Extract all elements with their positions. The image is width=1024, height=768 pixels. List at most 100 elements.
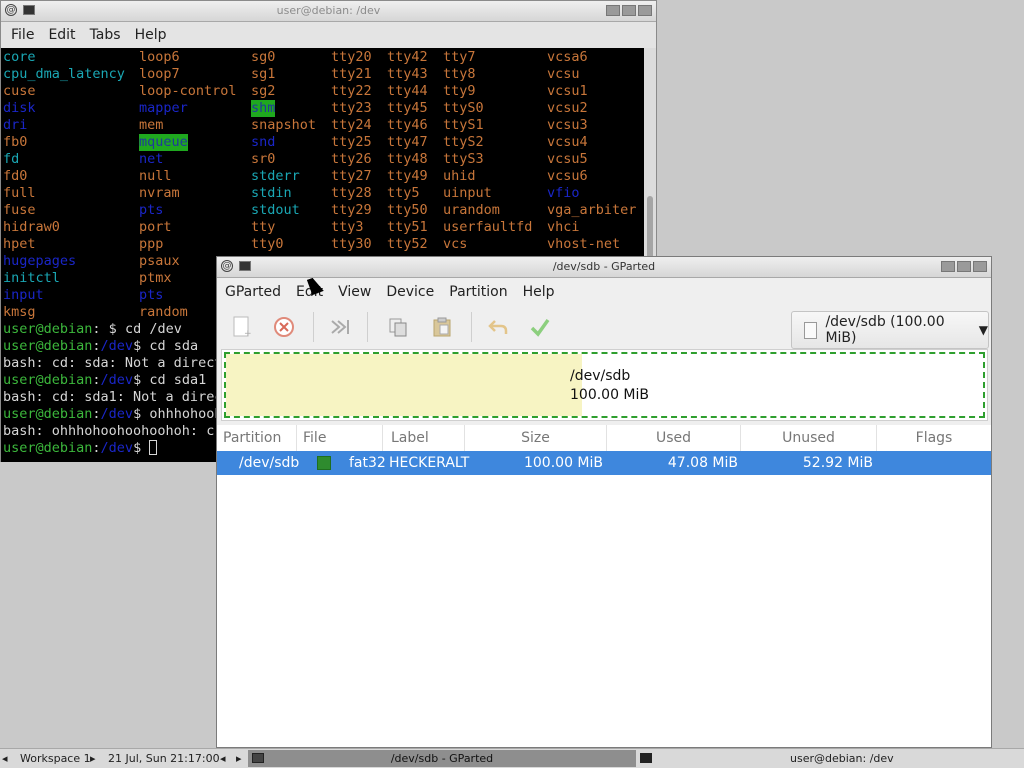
col-size[interactable]: Size <box>465 425 607 451</box>
ls-entry: snapshot <box>251 117 317 133</box>
minimize-icon[interactable] <box>941 261 955 272</box>
terminal-line: hidraw0 port tty tty3 tty51 userfaultfd vhci <box>1 219 644 236</box>
ls-entry: vcsu4 <box>547 134 588 150</box>
copy-icon[interactable] <box>387 316 409 338</box>
menu-edit[interactable]: Edit <box>42 27 83 43</box>
ls-entry: ptmx <box>139 270 172 286</box>
gparted-titlebar[interactable]: @ /dev/sdb - GParted <box>217 257 991 278</box>
menu-tabs[interactable]: Tabs <box>84 27 129 43</box>
ls-entry: cuse <box>3 83 36 99</box>
menu-device[interactable]: Device <box>380 284 443 300</box>
ls-entry: mqueue <box>139 134 188 151</box>
delete-partition-icon[interactable] <box>273 316 295 338</box>
menu-view[interactable]: View <box>332 284 380 300</box>
cell-size: 100.00 MiB <box>523 455 603 471</box>
col-partition[interactable]: Partition <box>217 425 297 451</box>
apply-icon[interactable] <box>529 316 551 338</box>
ls-entry: core <box>3 49 36 65</box>
prompt-user: user@debian <box>3 321 93 337</box>
partition-map-block[interactable]: /dev/sdb 100.00 MiB <box>224 352 985 418</box>
ls-entry: disk <box>3 100 36 116</box>
close-icon[interactable] <box>973 261 987 272</box>
command-output: bash: ohhhohoohoohoohoh: c <box>3 423 215 439</box>
workspace-prev-icon[interactable]: ◂ <box>2 752 8 765</box>
gparted-menubar: GParted Edit View Device Partition Help <box>217 278 991 306</box>
col-used[interactable]: Used <box>607 425 741 451</box>
taskbar-prev-icon[interactable]: ◂ <box>220 752 226 765</box>
command-output: bash: cd: sda: Not a direct <box>3 355 223 371</box>
ls-entry: tty42 <box>387 49 428 65</box>
prompt-command: cd sda1 <box>141 372 207 388</box>
ls-entry: tty8 <box>443 66 476 82</box>
cell-filesystem: fat32 <box>349 455 386 471</box>
col-label[interactable]: Label <box>383 425 465 451</box>
ls-entry: vcsu6 <box>547 168 588 184</box>
terminal-titlebar[interactable]: @ user@debian: /dev <box>1 1 656 22</box>
ls-entry: mem <box>139 117 164 133</box>
paste-icon[interactable] <box>431 316 453 338</box>
prompt-command: cd /dev <box>116 321 182 337</box>
svg-text:+: + <box>244 329 252 338</box>
menu-help[interactable]: Help <box>129 27 175 43</box>
cell-used: 47.08 MiB <box>667 455 738 471</box>
table-row[interactable]: /dev/sdb fat32 HECKERALT 100.00 MiB 47.0… <box>217 451 991 475</box>
ls-entry: random <box>139 304 188 320</box>
ls-entry: tty7 <box>443 49 476 65</box>
workspace-next-icon[interactable]: ▸ <box>90 752 96 765</box>
menu-file[interactable]: File <box>5 27 42 43</box>
col-flags[interactable]: Flags <box>877 425 991 451</box>
menu-gparted[interactable]: GParted <box>219 284 290 300</box>
ls-entry: tty <box>251 219 276 235</box>
ls-entry: tty29 <box>331 202 372 218</box>
task-terminal-label[interactable]: user@debian: /dev <box>790 752 894 765</box>
ls-entry: dri <box>3 117 28 133</box>
workspace-label[interactable]: Workspace 1 <box>20 752 91 765</box>
ls-entry: vhci <box>547 219 580 235</box>
ls-entry: tty47 <box>387 134 428 150</box>
menu-help[interactable]: Help <box>517 284 564 300</box>
chevron-down-icon: ▼ <box>978 323 988 337</box>
device-selector[interactable]: /dev/sdb (100.00 MiB) ▼ <box>791 311 989 349</box>
terminal-title: user@debian: /dev <box>276 4 381 17</box>
col-filesystem[interactable]: File System <box>297 425 383 472</box>
task-gparted[interactable]: /dev/sdb - GParted <box>248 750 636 767</box>
terminal-cursor <box>149 440 158 455</box>
prompt-user: user@debian <box>3 372 93 388</box>
ls-entry: psaux <box>139 253 180 269</box>
resize-move-icon[interactable] <box>329 316 351 338</box>
maximize-icon[interactable] <box>957 261 971 272</box>
ls-entry: tty3 <box>331 219 364 235</box>
prompt-user: user@debian <box>3 338 93 354</box>
ls-entry: tty24 <box>331 117 372 133</box>
ls-entry: fd0 <box>3 168 28 184</box>
prompt-path: /dev <box>100 406 134 422</box>
clock[interactable]: 21 Jul, Sun 21:17:00 <box>108 752 220 765</box>
undo-icon[interactable] <box>487 316 509 338</box>
new-partition-icon[interactable]: + <box>231 316 253 338</box>
terminal-line: hpet ppp tty0 tty30 tty52 vcs vhost-net <box>1 236 644 253</box>
ls-entry: tty21 <box>331 66 372 82</box>
ls-entry: cpu_dma_latency <box>3 66 125 82</box>
ls-entry: hidraw0 <box>3 219 60 235</box>
ls-entry: port <box>139 219 172 235</box>
menu-partition[interactable]: Partition <box>443 284 516 300</box>
minimize-icon[interactable] <box>606 5 620 16</box>
ls-entry: tty44 <box>387 83 428 99</box>
ls-entry: tty46 <box>387 117 428 133</box>
ls-entry: tty28 <box>331 185 372 201</box>
gparted-window: @ /dev/sdb - GParted GParted Edit View D… <box>216 256 992 748</box>
ls-entry: vhost-net <box>547 236 621 252</box>
close-icon[interactable] <box>638 5 652 16</box>
ls-entry: tty23 <box>331 100 372 116</box>
col-unused[interactable]: Unused <box>741 425 877 451</box>
taskbar-next-icon[interactable]: ▸ <box>236 752 242 765</box>
terminal-menubar: File Edit Tabs Help <box>1 22 656 48</box>
ls-entry: urandom <box>443 202 500 218</box>
maximize-icon[interactable] <box>622 5 636 16</box>
partition-map[interactable]: /dev/sdb 100.00 MiB <box>221 349 988 421</box>
ls-entry: ttyS3 <box>443 151 484 167</box>
prompt-path: $ <box>100 321 117 337</box>
ls-entry: tty27 <box>331 168 372 184</box>
map-partition-name: /dev/sdb <box>570 368 631 384</box>
ls-entry: loop6 <box>139 49 180 65</box>
